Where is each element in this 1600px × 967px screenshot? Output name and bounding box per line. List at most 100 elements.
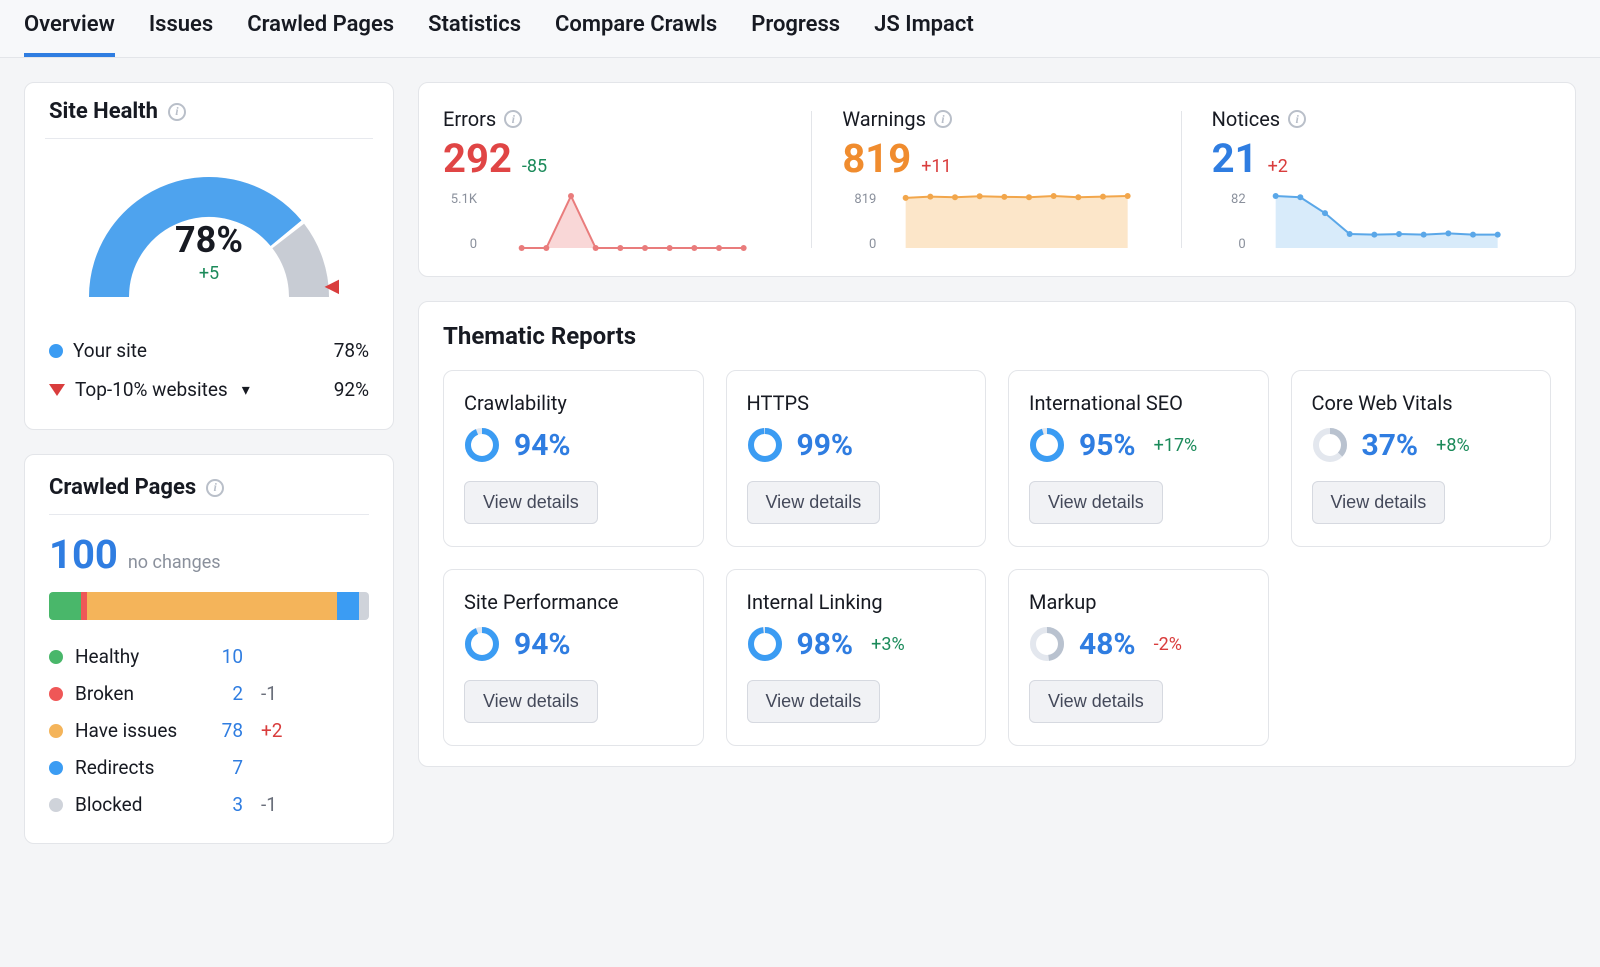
donut-icon: [1029, 626, 1065, 662]
info-icon[interactable]: i: [168, 103, 186, 121]
metrics-card: Errors i 292 -85 5.1K 0: [418, 82, 1576, 277]
crawled-pages-total[interactable]: 100: [49, 531, 118, 578]
crawled-row-label: Healthy: [75, 645, 195, 668]
tab-issues[interactable]: Issues: [149, 0, 213, 57]
crawled-row-value: 78: [207, 719, 243, 742]
report-crawlability: Crawlability 94% View details: [443, 370, 704, 547]
info-icon[interactable]: i: [206, 479, 224, 497]
metric-errors-title: Errors: [443, 107, 496, 131]
metric-warnings-delta: +11: [921, 156, 951, 177]
tab-js-impact[interactable]: JS Impact: [874, 0, 974, 57]
report-pct: 94%: [514, 428, 571, 463]
metric-warnings-value[interactable]: 819: [842, 135, 911, 182]
crawled-row-delta: -1: [261, 682, 277, 705]
crawled-pages-bar: [49, 592, 369, 620]
donut-icon: [747, 427, 783, 463]
legend-top10-label: Top-10% websites: [75, 378, 228, 401]
crawled-row-redirects[interactable]: Redirects 7: [49, 749, 369, 786]
crawled-row-value: 10: [207, 645, 243, 668]
crawled-row-healthy[interactable]: Healthy 10: [49, 638, 369, 675]
view-details-button[interactable]: View details: [747, 680, 881, 723]
axis-label: 0: [1212, 237, 1246, 252]
metric-errors-value[interactable]: 292: [443, 135, 512, 182]
thematic-reports-card: Thematic Reports Crawlability94%View det…: [418, 301, 1576, 767]
donut-icon: [1029, 427, 1065, 463]
notices-sparkline: [1252, 192, 1521, 252]
view-details-button[interactable]: View details: [747, 481, 881, 524]
dot-icon: [49, 650, 63, 664]
bar-segment-redirects[interactable]: [337, 592, 359, 620]
metric-notices-value[interactable]: 21: [1212, 135, 1258, 182]
view-details-button[interactable]: View details: [1312, 481, 1446, 524]
info-icon[interactable]: i: [1288, 110, 1306, 128]
report-pct: 95%: [1079, 428, 1136, 463]
crawled-pages-sub: no changes: [128, 552, 221, 573]
report-pct: 94%: [514, 627, 571, 662]
dot-icon: [49, 344, 63, 358]
report-delta: +17%: [1154, 435, 1198, 456]
tab-compare-crawls[interactable]: Compare Crawls: [555, 0, 717, 57]
errors-sparkline: [483, 192, 782, 252]
site-health-title: Site Health i: [49, 99, 373, 124]
crawled-row-delta: -1: [261, 793, 277, 816]
report-title: HTTPS: [747, 391, 966, 415]
report-markup: Markup48%-2%View details: [1008, 569, 1269, 746]
axis-label: 819: [842, 192, 876, 207]
crawled-row-value: 2: [207, 682, 243, 705]
report-internal-linking: Internal Linking98%+3%View details: [726, 569, 987, 746]
axis-label: 5.1K: [443, 192, 477, 207]
site-health-title-text: Site Health: [49, 99, 158, 124]
bar-segment-issues[interactable]: [87, 592, 337, 620]
bar-segment-healthy[interactable]: [49, 592, 81, 620]
metric-errors: Errors i 292 -85 5.1K 0: [443, 103, 812, 256]
metric-notices-delta: +2: [1268, 156, 1288, 177]
report-title: Crawlability: [464, 391, 683, 415]
info-icon[interactable]: i: [504, 110, 522, 128]
legend-top10[interactable]: Top-10% websites ▾ 92%: [49, 370, 369, 409]
report-pct: 99%: [797, 428, 854, 463]
dot-icon: [49, 761, 63, 775]
report-https: HTTPS 99% View details: [726, 370, 987, 547]
crawled-row-value: 3: [207, 793, 243, 816]
metric-warnings-title: Warnings: [842, 107, 926, 131]
legend-your-site-value: 78%: [334, 339, 369, 362]
metric-errors-delta: -85: [522, 156, 547, 177]
dot-icon: [49, 724, 63, 738]
dot-icon: [49, 798, 63, 812]
crawled-pages-title-text: Crawled Pages: [49, 475, 196, 500]
donut-icon: [747, 626, 783, 662]
report-pct: 98%: [797, 627, 854, 662]
view-details-button[interactable]: View details: [1029, 680, 1163, 723]
report-site-performance: Site Performance94%View details: [443, 569, 704, 746]
report-pct: 48%: [1079, 627, 1136, 662]
view-details-button[interactable]: View details: [1029, 481, 1163, 524]
legend-your-site: Your site 78%: [49, 331, 369, 370]
bar-segment-blocked[interactable]: [359, 592, 369, 620]
crawled-row-value: 7: [207, 756, 243, 779]
metric-warnings: Warnings i 819 +11 819 0: [812, 103, 1181, 256]
view-details-button[interactable]: View details: [464, 680, 598, 723]
report-delta: -2%: [1154, 634, 1182, 655]
tab-statistics[interactable]: Statistics: [428, 0, 521, 57]
donut-icon: [1312, 427, 1348, 463]
crawled-pages-list: Healthy10Broken2-1Have issues78+2Redirec…: [49, 638, 369, 823]
report-title: Internal Linking: [747, 590, 966, 614]
crawled-row-broken[interactable]: Broken2-1: [49, 675, 369, 712]
view-details-button[interactable]: View details: [464, 481, 598, 524]
axis-label: 82: [1212, 192, 1246, 207]
tab-overview[interactable]: Overview: [24, 0, 115, 57]
crawled-row-delta: +2: [261, 719, 282, 742]
info-icon[interactable]: i: [934, 110, 952, 128]
report-international-seo: International SEO95%+17%View details: [1008, 370, 1269, 547]
warnings-sparkline: [882, 192, 1151, 252]
crawled-row-blocked[interactable]: Blocked3-1: [49, 786, 369, 823]
crawled-pages-card: Crawled Pages i 100 no changes Healthy 10…: [24, 454, 394, 844]
crawled-row-label: Redirects: [75, 756, 195, 779]
tab-crawled-pages[interactable]: Crawled Pages: [247, 0, 394, 57]
legend-top10-value: 92%: [334, 378, 369, 401]
caret-down-icon: [49, 384, 65, 396]
crawled-row-issues[interactable]: Have issues78+2: [49, 712, 369, 749]
chevron-down-icon: ▾: [242, 380, 250, 399]
gauge-delta: +5: [79, 263, 339, 284]
tab-progress[interactable]: Progress: [751, 0, 840, 57]
